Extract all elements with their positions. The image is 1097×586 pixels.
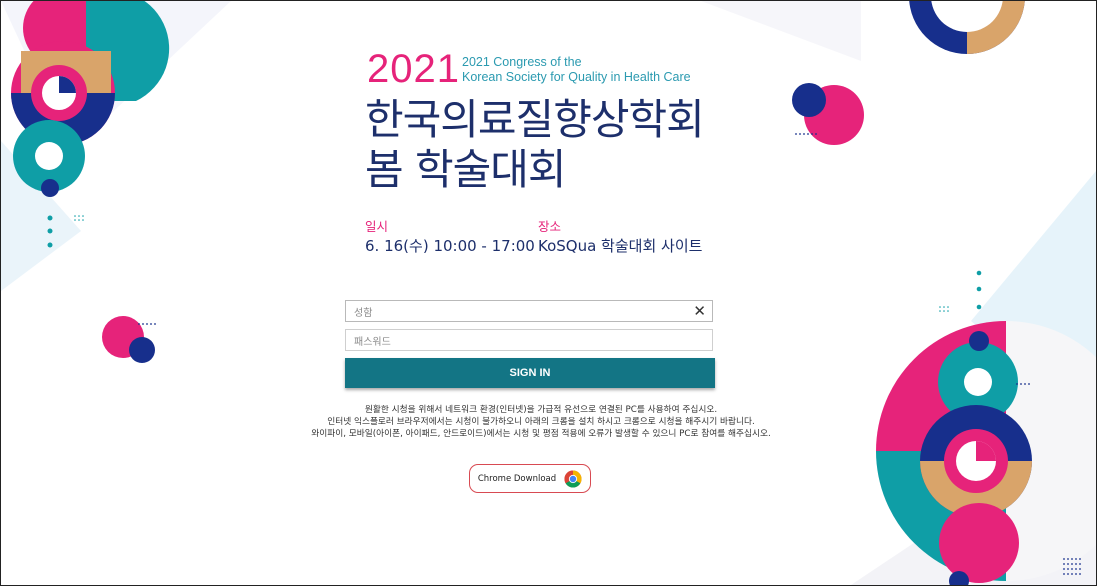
password-input[interactable] — [346, 332, 684, 353]
congress-subtitle: 2021 Congress of the Korean Society for … — [462, 55, 691, 85]
top-right-circle — [909, 1, 1025, 54]
top-middle-circles — [792, 83, 864, 145]
date-value: 6. 16(수) 10:00 - 17:00 — [365, 237, 535, 255]
notice-text: 원활한 시청을 위해서 네트워크 환경(인터넷)을 가급적 유선으로 연결된 P… — [241, 404, 841, 440]
right-large-circles — [876, 321, 1096, 585]
event-year: 2021 — [367, 47, 460, 91]
place-value: KoSQua 학술대회 사이트 — [538, 237, 703, 255]
page-title-line-2: 봄 학술대회 — [365, 145, 567, 194]
page-frame: 2021 2021 Congress of the Korean Society… — [0, 0, 1097, 586]
date-label: 일시 — [365, 219, 389, 234]
congress-line-2: Korean Society for Quality in Health Car… — [462, 70, 691, 84]
sign-in-button[interactable]: SIGN IN — [345, 358, 715, 388]
name-input[interactable] — [346, 303, 684, 324]
place-label: 장소 — [538, 219, 562, 234]
name-field: ✕ — [345, 300, 713, 324]
left-middle-circles — [102, 316, 156, 363]
password-field — [345, 329, 713, 353]
bg-triangle-top — [701, 1, 861, 61]
notice-line-3: 와이파이, 모바일(아이폰, 아이패드, 안드로이드)에서는 시청 및 평점 적… — [311, 429, 771, 439]
chrome-download-label: Chrome Download — [477, 473, 557, 484]
page-title-line-1: 한국의료질향상학회 — [365, 95, 705, 144]
notice-line-2: 인터넷 익스플로러 브라우저에서는 시청이 불가하오니 아래의 크롬을 설치 하… — [327, 417, 755, 427]
notice-line-1: 원활한 시청을 위해서 네트워크 환경(인터넷)을 가급적 유선으로 연결된 P… — [364, 405, 718, 415]
chrome-download-button[interactable]: Chrome Download — [469, 464, 591, 493]
decorative-background — [1, 1, 1096, 585]
top-left-circles — [11, 1, 170, 197]
chrome-icon — [564, 469, 582, 488]
clear-icon[interactable]: ✕ — [693, 303, 706, 320]
congress-line-1: 2021 Congress of the — [462, 55, 582, 69]
